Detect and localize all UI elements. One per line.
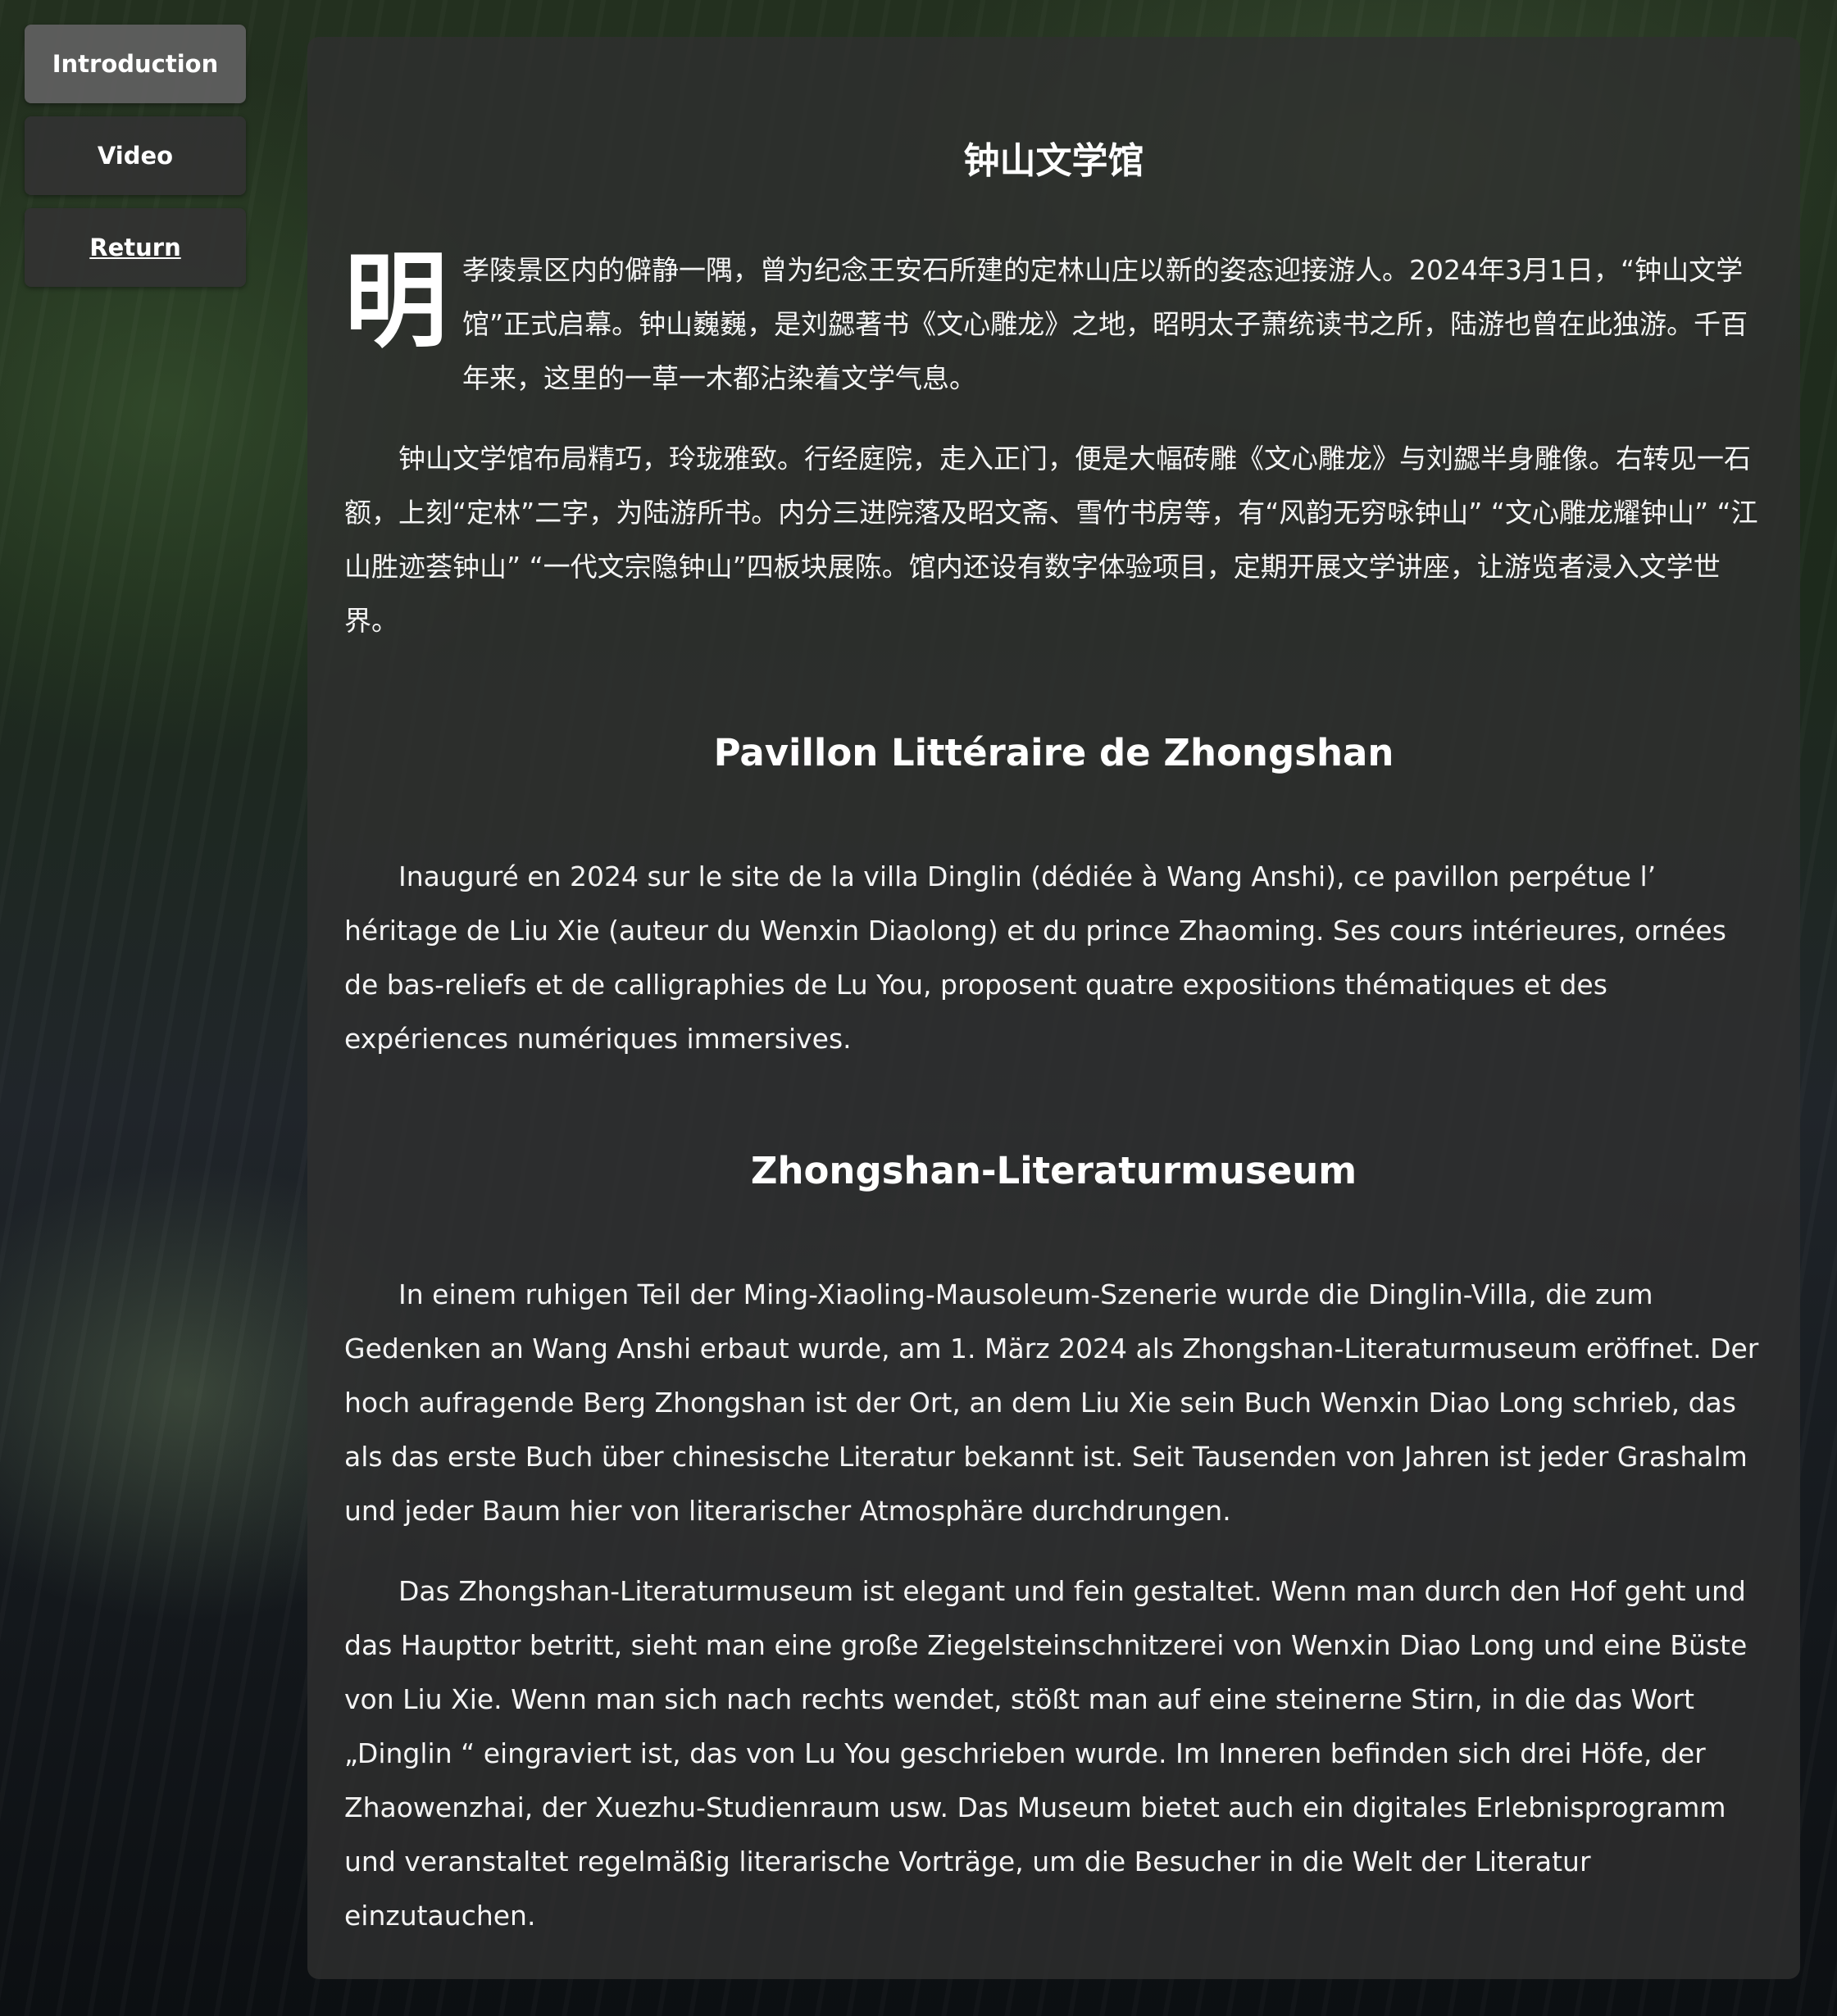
paragraph-german-2: Das Zhongshan-Literaturmuseum ist elegan… — [344, 1575, 1748, 1932]
nav-return-link[interactable]: Return — [25, 208, 246, 287]
paragraph-chinese-1-text: 孝陵景区内的僻静一隅，曾为纪念王安石所建的定林山庄以新的姿态迎接游人。2024年… — [462, 254, 1748, 394]
title-chinese: 钟山文学馆 — [963, 140, 1144, 182]
paragraph-chinese-2: 钟山文学馆布局精巧，玲珑雅致。行经庭院，走入正门，便是大幅砖雕《文心雕龙》与刘勰… — [344, 443, 1758, 637]
sidebar-nav: Introduction Video Return — [25, 25, 246, 300]
nav-return-label: Return — [89, 234, 181, 261]
nav-introduction-label: Introduction — [52, 50, 219, 78]
paragraph-chinese-1: 明孝陵景区内的僻静一隅，曾为纪念王安石所建的定林山庄以新的姿态迎接游人。2024… — [344, 243, 1763, 406]
paragraph-french-1: Inauguré en 2024 sur le site de la villa… — [344, 860, 1726, 1055]
paragraph-german-1: In einem ruhigen Teil der Ming-Xiaoling-… — [344, 1278, 1759, 1527]
nav-introduction-button[interactable]: Introduction — [25, 25, 246, 103]
title-german: Zhongshan-Literaturmuseum — [750, 1149, 1357, 1192]
nav-video-label: Video — [97, 142, 174, 170]
content-panel: 钟山文学馆 明孝陵景区内的僻静一隅，曾为纪念王安石所建的定林山庄以新的姿态迎接游… — [307, 37, 1800, 1979]
dropcap-character: 明 — [344, 241, 448, 361]
nav-video-button[interactable]: Video — [25, 116, 246, 195]
title-french: Pavillon Littéraire de Zhongshan — [713, 731, 1394, 774]
